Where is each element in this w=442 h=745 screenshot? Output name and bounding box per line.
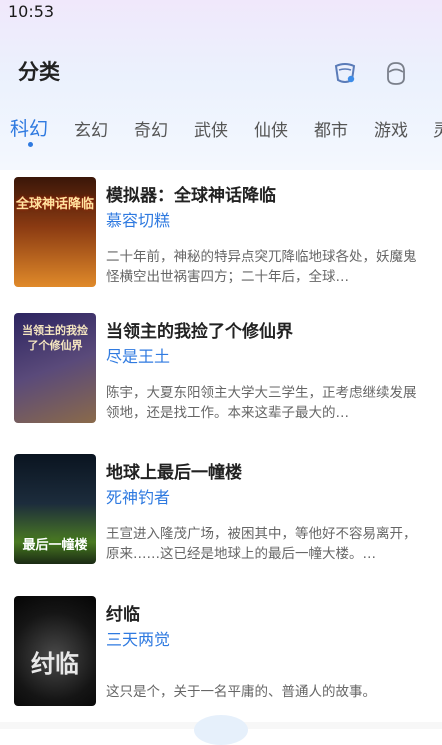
tab-scifi[interactable]: 科幻	[10, 114, 48, 141]
book-cover: 当领主的我捡了个修仙界	[14, 313, 96, 423]
face-icon[interactable]	[381, 58, 411, 88]
book-cover: 全球神话降临	[14, 177, 96, 287]
book-description: 这只是个，关于一名平庸的、普通人的故事。	[106, 684, 376, 700]
book-item[interactable]: 最后一幢楼 地球上最后一幢楼 死神钓者 王宣进入隆茂广场，被困其中，等他好不容易…	[0, 454, 442, 574]
tab-dushi[interactable]: 都市	[314, 116, 348, 141]
book-author[interactable]: 死神钓者	[106, 484, 170, 508]
floating-button[interactable]	[194, 715, 248, 745]
tab-xuanhuan[interactable]: 玄幻	[74, 116, 108, 141]
book-author[interactable]: 慕容切糕	[106, 207, 170, 231]
tab-wuxia[interactable]: 武侠	[194, 116, 228, 141]
book-title: 模拟器：全球神话降临	[106, 186, 276, 206]
cover-title: 全球神话降临	[15, 197, 94, 212]
status-bar: 10:53	[0, 0, 442, 24]
tab-xianxia[interactable]: 仙侠	[254, 116, 288, 141]
book-item[interactable]: 当领主的我捡了个修仙界 当领主的我捡了个修仙界 尽是王土 陈宇，大夏东阳领主大学…	[0, 313, 442, 433]
book-title: 当领主的我捡了个修仙界	[106, 322, 293, 342]
book-title: 地球上最后一幢楼	[106, 463, 242, 483]
book-description: 王宣进入隆茂广场，被困其中，等他好不容易离开，原来……这已经是地球上的最后一幢大…	[106, 526, 417, 562]
tab-partial[interactable]: 灵	[433, 116, 442, 141]
page-title: 分类	[18, 60, 60, 84]
book-item[interactable]: 纣临 纣临 三天两觉 这只是个，关于一名平庸的、普通人的故事。	[0, 596, 442, 716]
active-tab-indicator	[28, 142, 33, 147]
category-tabs: 科幻 玄幻 奇幻 武侠 仙侠 都市 游戏 灵	[0, 112, 442, 152]
book-item[interactable]: 全球神话降临 模拟器：全球神话降临 慕容切糕 二十年前，神秘的特异点突兀降临地球…	[0, 177, 442, 297]
book-author[interactable]: 三天两觉	[106, 626, 170, 650]
cup-icon[interactable]	[330, 58, 360, 88]
cover-title: 纣临	[31, 649, 79, 678]
tab-qihuan[interactable]: 奇幻	[134, 116, 168, 141]
book-author[interactable]: 尽是王土	[106, 343, 170, 367]
book-title: 纣临	[106, 605, 140, 625]
book-description: 二十年前，神秘的特异点突兀降临地球各处，妖魔鬼怪横空出世祸害四方；二十年后，全球…	[106, 249, 417, 285]
cover-title: 最后一幢楼	[22, 538, 88, 553]
book-description: 陈宇，大夏东阳领主大学大三学生，正考虑继续发展领地，还是找工作。本来这辈子最大的…	[106, 385, 417, 421]
cover-title: 当领主的我捡了个修仙界	[22, 324, 88, 352]
tab-youxi[interactable]: 游戏	[374, 116, 408, 141]
book-cover: 最后一幢楼	[14, 454, 96, 564]
book-cover: 纣临	[14, 596, 96, 706]
status-time: 10:53	[8, 2, 55, 21]
